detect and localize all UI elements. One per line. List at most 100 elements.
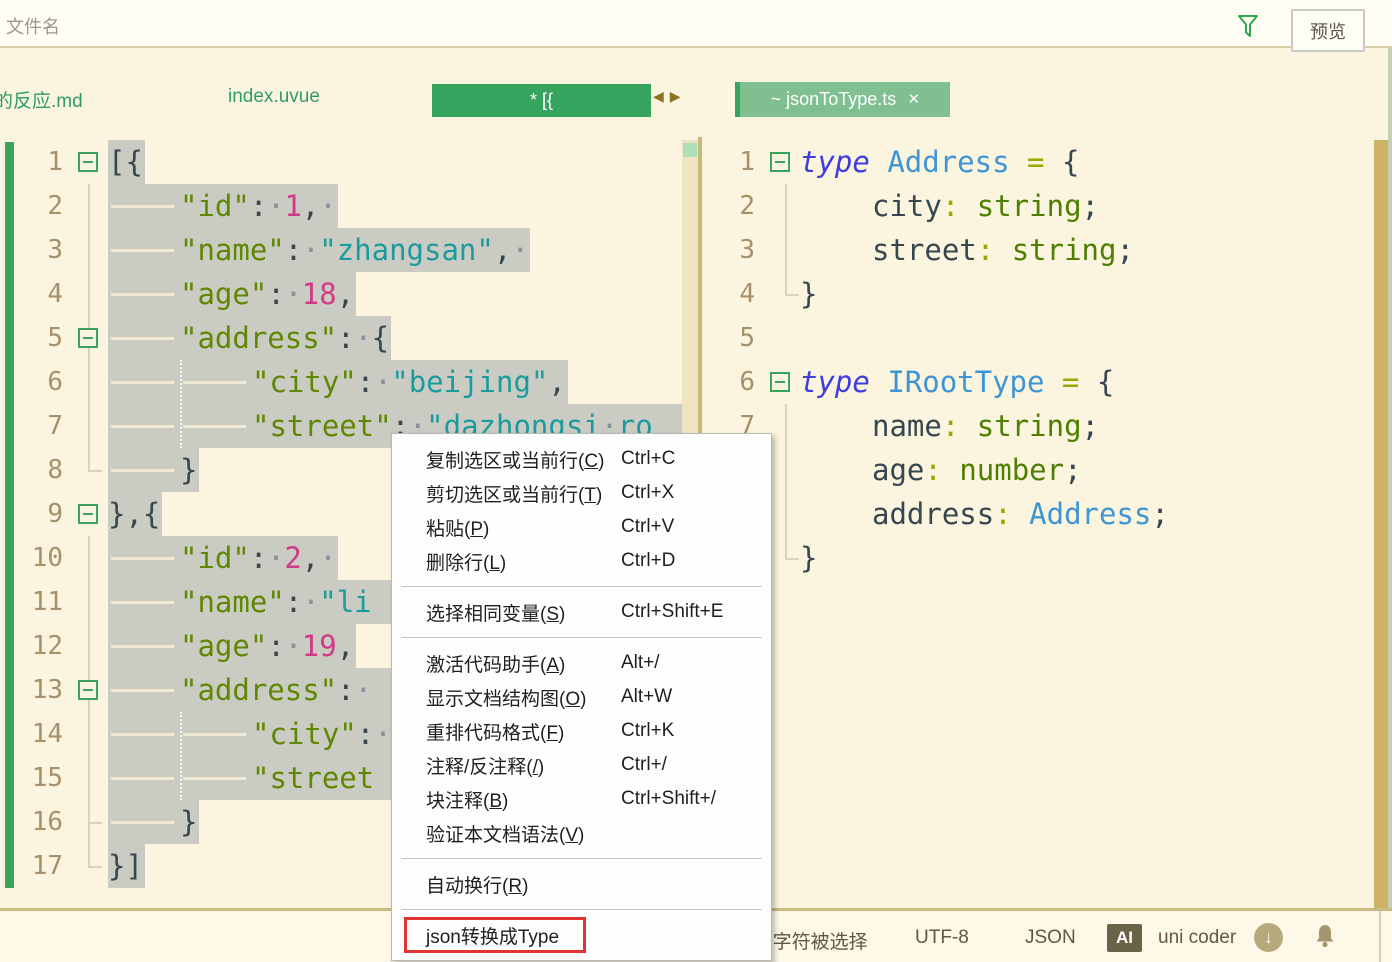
menu-item-shortcut: Alt+/ <box>621 652 660 674</box>
download-icon[interactable]: ↓ <box>1254 923 1283 952</box>
token-punc: , <box>337 629 354 663</box>
menu-item-P[interactable]: 粘贴(P)Ctrl+V <box>392 510 771 544</box>
menu-item-C[interactable]: 复制选区或当前行(C)Ctrl+C <box>392 442 771 476</box>
tab-index-uvue[interactable]: index.uvue <box>228 86 320 108</box>
tab-scroll-right-icon[interactable]: ▶ <box>670 88 681 104</box>
menu-item-json-to-type[interactable]: json转换成Type <box>392 918 771 952</box>
tab-scroll-left-icon[interactable]: ◀ <box>653 88 664 104</box>
token-punc <box>959 189 976 223</box>
fold-column <box>72 580 108 624</box>
fold-collapse-icon[interactable] <box>78 152 98 172</box>
tab-fanying-md[interactable]: 的反应.md <box>0 86 83 113</box>
code-line[interactable]: 1type Address = { <box>702 140 1374 184</box>
code-line[interactable]: 5 <box>702 316 1374 360</box>
menu-item-T[interactable]: 剪切选区或当前行(T)Ctrl+X <box>392 476 771 510</box>
token-punc: { <box>372 321 389 355</box>
token-punc: ; <box>1116 233 1133 267</box>
code-line[interactable]: 3"name":·"zhangsan",· <box>0 228 682 272</box>
token-dot: · <box>302 580 319 624</box>
fold-collapse-icon[interactable] <box>78 680 98 700</box>
token-tab <box>108 580 180 624</box>
token-punc: : <box>285 233 302 267</box>
token-tab <box>800 448 872 492</box>
line-number: 6 <box>702 360 764 404</box>
code-line[interactable]: 4} <box>702 272 1374 316</box>
fold-column <box>764 360 800 404</box>
token-punc: { <box>1062 145 1079 179</box>
code-line[interactable]: 1[{ <box>0 140 682 184</box>
fold-column <box>72 184 108 228</box>
menu-item-L[interactable]: 删除行(L)Ctrl+D <box>392 544 771 578</box>
left-scrollbar-thumb[interactable] <box>683 143 697 157</box>
right-scrollbar[interactable] <box>1374 140 1388 908</box>
token-colon: : <box>942 189 959 223</box>
menu-item-F[interactable]: 重排代码格式(F)Ctrl+K <box>392 714 771 748</box>
code-text: "age":·18, <box>108 272 356 316</box>
code-text: } <box>108 800 199 844</box>
preview-button[interactable]: 预览 <box>1291 9 1365 52</box>
filter-icon[interactable] <box>1236 14 1260 40</box>
token-colon: : <box>924 453 941 487</box>
code-line[interactable]: 5"address":·{ <box>0 316 682 360</box>
fold-collapse-icon[interactable] <box>770 152 790 172</box>
token-tab <box>108 712 180 756</box>
token-dot: · <box>374 360 391 404</box>
tab-active-json-label: * [{ <box>530 90 553 111</box>
code-line[interactable]: 9address: Address; <box>702 492 1374 536</box>
line-number: 5 <box>702 316 764 360</box>
token-prop: name <box>872 409 942 443</box>
menu-item-S[interactable]: 选择相同变量(S)Ctrl+Shift+E <box>392 595 771 629</box>
fold-column <box>72 448 108 492</box>
menu-item-A[interactable]: 激活代码助手(A) Alt+/ <box>392 646 771 680</box>
token-tab <box>108 668 180 712</box>
selection-highlight: "id":·1,· <box>108 184 338 228</box>
code-line[interactable]: 10} <box>702 536 1374 580</box>
code-line[interactable]: 6"city":·"beijing", <box>0 360 682 404</box>
menu-item-/[interactable]: 注释/反注释(/)Ctrl+/ <box>392 748 771 782</box>
code-line[interactable]: 6type IRootType = { <box>702 360 1374 404</box>
uni-coder-label[interactable]: uni coder <box>1158 927 1236 949</box>
menu-item-shortcut: Ctrl+D <box>621 550 675 572</box>
code-line[interactable]: 2city: string; <box>702 184 1374 228</box>
code-line[interactable]: 4"age":·18, <box>0 272 682 316</box>
fold-column <box>72 228 108 272</box>
token-tab <box>108 800 180 844</box>
token-punc: : <box>337 321 354 355</box>
code-line[interactable]: 3street: string; <box>702 228 1374 272</box>
token-num: 1 <box>284 189 301 223</box>
tab-jsontotype-ts[interactable]: ~ jsonToType.ts × <box>735 82 950 117</box>
encoding-indicator[interactable]: UTF-8 <box>915 927 969 949</box>
fold-collapse-icon[interactable] <box>770 372 790 392</box>
fold-column <box>72 844 108 888</box>
menu-item-V[interactable]: 验证本文档语法(V) <box>392 816 771 850</box>
fold-collapse-icon[interactable] <box>78 328 98 348</box>
token-tab <box>800 404 872 448</box>
code-line[interactable]: 2"id":·1,· <box>0 184 682 228</box>
menu-item-O[interactable]: 显示文档结构图(O)Alt+W <box>392 680 771 714</box>
editor-right-typescript[interactable]: 1type Address = {2city: string;3street: … <box>702 140 1374 888</box>
token-key: "street" <box>252 409 392 443</box>
menu-item-B[interactable]: 块注释(B)Ctrl+Shift+/ <box>392 782 771 816</box>
ai-badge[interactable]: AI <box>1107 924 1142 952</box>
notification-bell-icon[interactable] <box>1314 923 1336 954</box>
language-indicator[interactable]: JSON <box>1025 927 1076 949</box>
token-punc: : <box>250 189 267 223</box>
code-line[interactable]: 7name: string; <box>702 404 1374 448</box>
code-text: "address":· <box>108 668 434 712</box>
tab-active-json[interactable]: * [{ <box>432 84 651 117</box>
fold-column <box>764 184 800 228</box>
code-text: "id":·1,· <box>108 184 338 228</box>
menu-item-shortcut: Ctrl+K <box>621 720 674 742</box>
token-punc: , <box>302 189 319 223</box>
code-line[interactable]: 8age: number; <box>702 448 1374 492</box>
token-op: = <box>1027 145 1044 179</box>
fold-collapse-icon[interactable] <box>78 504 98 524</box>
tab-close-icon[interactable]: × <box>908 90 919 109</box>
token-punc <box>1010 145 1027 179</box>
menu-item-R[interactable]: 自动换行(R) <box>392 867 771 901</box>
fold-column <box>764 228 800 272</box>
token-builtin: string <box>977 409 1082 443</box>
left-edge-indicator <box>5 142 14 888</box>
window-right-edge <box>1388 48 1392 908</box>
menu-item-label: 激活代码助手(A) <box>392 650 565 677</box>
